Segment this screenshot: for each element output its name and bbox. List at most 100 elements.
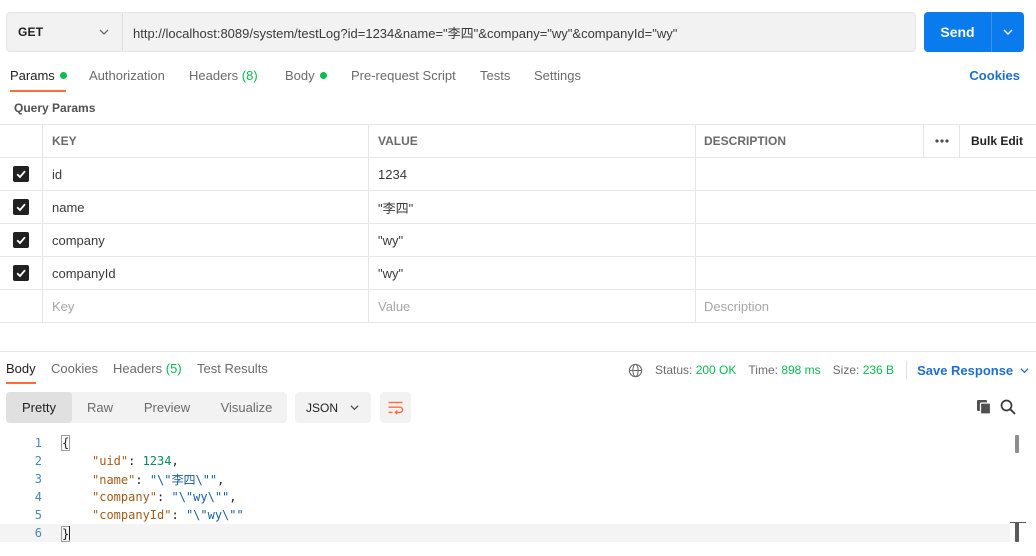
chevron-down-icon [99, 29, 109, 35]
code-line: 5 "companyId": "\"wy\"" [0, 506, 1010, 524]
param-description[interactable] [696, 191, 1032, 223]
method-select[interactable]: GET [7, 13, 123, 51]
json-value: "\"wy\"" [171, 490, 230, 504]
param-description[interactable] [696, 224, 1032, 256]
table-row: id 1234 [0, 158, 1036, 191]
mode-preview[interactable]: Preview [128, 392, 206, 423]
cookies-link[interactable]: Cookies [969, 68, 1020, 83]
code-line-current: 6 } [0, 524, 1010, 542]
param-value[interactable]: "wy" [378, 266, 403, 281]
code-text: { [60, 435, 71, 451]
wrap-lines-icon [388, 401, 404, 415]
globe-icon[interactable] [628, 363, 643, 378]
json-value: 1234 [142, 454, 172, 468]
param-value[interactable]: "wy" [378, 233, 403, 248]
table-row: companyId "wy" [0, 257, 1036, 290]
mode-visualize[interactable]: Visualize [206, 392, 287, 423]
more-icon[interactable] [924, 125, 960, 157]
param-key[interactable]: name [52, 200, 85, 215]
checkbox-checked-icon[interactable] [13, 199, 29, 215]
code-line: 3 "name": "\"李四\"", [0, 470, 1010, 488]
line-number: 1 [34, 436, 42, 450]
tab-label: Authorization [89, 68, 165, 83]
checkbox-checked-icon[interactable] [13, 232, 29, 248]
response-tab-test-results[interactable]: Test Results [197, 361, 268, 376]
tab-label: Body [6, 361, 36, 376]
tab-authorization[interactable]: Authorization [89, 68, 165, 83]
param-value[interactable]: 1234 [378, 167, 407, 182]
tab-settings[interactable]: Settings [534, 68, 581, 83]
json-key: "company" [92, 490, 158, 504]
tab-headers[interactable]: Headers (8) [189, 68, 258, 83]
method-label: GET [18, 25, 44, 39]
mode-pretty[interactable]: Pretty [6, 392, 72, 423]
send-button[interactable]: Send [924, 12, 1024, 52]
param-description[interactable] [696, 158, 1032, 190]
save-response-label: Save Response [917, 362, 1014, 378]
response-tab-headers[interactable]: Headers (5) [113, 361, 182, 376]
param-key[interactable]: companyId [52, 266, 116, 281]
response-tab-cookies[interactable]: Cookies [51, 361, 98, 376]
tab-label: Settings [534, 68, 581, 83]
checkbox-checked-icon[interactable] [13, 265, 29, 281]
time-field[interactable]: Time: 898 ms [748, 363, 820, 377]
table-row-new: Key Value Description [0, 290, 1036, 323]
tab-params[interactable]: Params [10, 68, 67, 83]
new-key-input[interactable]: Key [52, 299, 74, 314]
param-value[interactable]: "李四" [378, 198, 413, 217]
status-value: 200 OK [695, 363, 737, 377]
body-view-modes: Pretty Raw Preview Visualize [6, 392, 287, 423]
tab-tests[interactable]: Tests [480, 68, 510, 83]
copy-icon[interactable] [975, 398, 993, 416]
param-key[interactable]: company [52, 233, 105, 248]
table-header-row: KEY VALUE DESCRIPTION Bulk Edit [0, 125, 1036, 158]
response-tab-body[interactable]: Body [6, 361, 36, 376]
response-body-editor[interactable]: 1 { 2 "uid": 1234, 3 "name": "\"李四\"", 4… [0, 433, 1036, 556]
empty-check-cell [0, 290, 43, 322]
checkbox-checked-icon[interactable] [13, 166, 29, 182]
editor-scrollbar-cursor[interactable] [1015, 522, 1019, 542]
wrap-lines-button[interactable] [380, 392, 411, 423]
active-response-tab-indicator [6, 382, 36, 384]
tab-body[interactable]: Body [285, 68, 327, 83]
status-field[interactable]: Status: 200 OK [655, 363, 736, 377]
table-row: name "李四" [0, 191, 1036, 224]
json-tail: , [229, 490, 237, 504]
send-label: Send [940, 24, 975, 40]
json-value: "\"李四\"" [149, 472, 218, 487]
tab-label: Headers [113, 361, 163, 376]
query-params-title: Query Params [14, 101, 96, 115]
send-options-button[interactable] [991, 12, 1024, 52]
tab-label: Params [10, 68, 55, 83]
format-label: JSON [306, 400, 339, 415]
save-response-button[interactable]: Save Response [917, 363, 1030, 378]
size-field[interactable]: Size: 236 B [833, 363, 894, 377]
tab-label: Pre-request Script [351, 68, 456, 83]
search-icon[interactable] [999, 398, 1017, 416]
mode-raw[interactable]: Raw [72, 392, 128, 423]
new-description-input[interactable]: Description [704, 299, 769, 314]
url-input[interactable]: http://localhost:8089/system/testLog?id=… [123, 13, 915, 51]
chevron-down-icon [1020, 367, 1029, 373]
value-column-header: VALUE [378, 134, 418, 148]
new-value-input[interactable]: Value [378, 299, 410, 314]
active-tab-indicator [10, 90, 66, 92]
key-column-header: KEY [52, 134, 77, 148]
editor-scrollbar-thumb[interactable] [1015, 435, 1019, 453]
bulk-edit-button[interactable]: Bulk Edit [971, 134, 1023, 148]
line-number: 5 [34, 508, 42, 522]
line-number: 6 [34, 526, 42, 540]
status-label: Status: [655, 363, 693, 377]
format-select[interactable]: JSON [295, 392, 371, 423]
tab-pre-request-script[interactable]: Pre-request Script [351, 68, 456, 83]
tab-count: (8) [241, 68, 258, 83]
time-value: 898 ms [781, 363, 821, 377]
json-key: "uid" [92, 454, 129, 468]
param-description[interactable] [696, 257, 1032, 289]
code-text: } [60, 525, 71, 542]
param-key[interactable]: id [52, 167, 62, 182]
json-value: "\"wy\"" [185, 508, 244, 522]
code-line: 1 { [0, 434, 1010, 452]
code-line: 2 "uid": 1234, [0, 452, 1010, 470]
json-separator: : [128, 454, 143, 468]
